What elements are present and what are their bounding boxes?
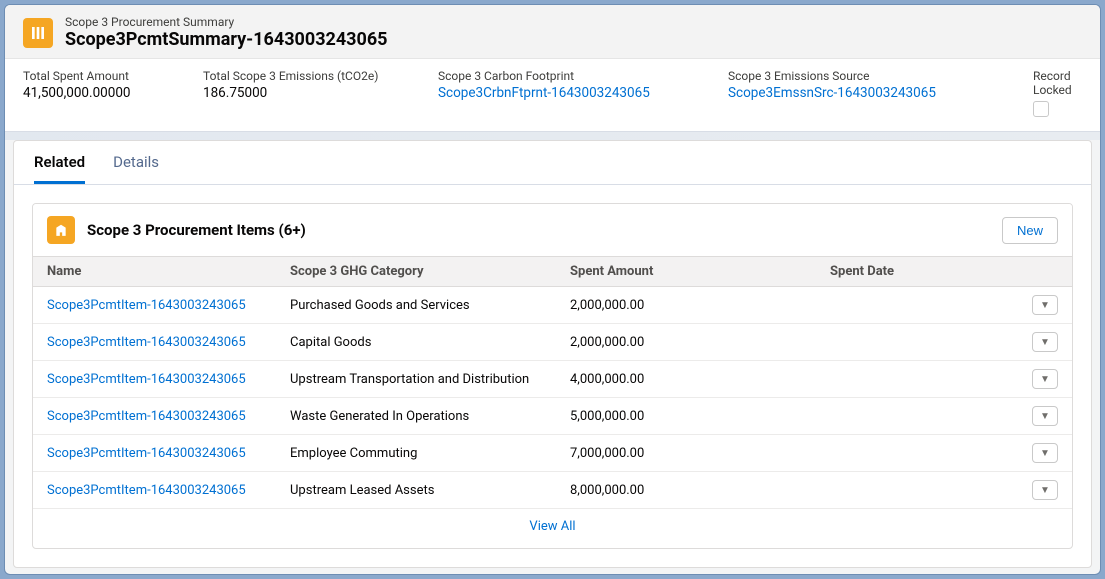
col-header-name[interactable]: Name: [33, 257, 276, 287]
record-type-icon: [23, 18, 53, 48]
row-action-menu[interactable]: ▼: [1032, 443, 1058, 463]
table-row: Scope3PcmtItem-1643003243065Capital Good…: [33, 324, 1072, 361]
col-header-category[interactable]: Scope 3 GHG Category: [276, 257, 556, 287]
app-container: Scope 3 Procurement Summary Scope3PcmtSu…: [4, 4, 1101, 575]
tab-details[interactable]: Details: [113, 153, 159, 184]
field-label: Record Locked: [1033, 69, 1082, 97]
col-header-amount[interactable]: Spent Amount: [556, 257, 816, 287]
item-date: [816, 361, 1016, 398]
row-action-cell: ▼: [1016, 472, 1072, 509]
chevron-down-icon: ▼: [1040, 411, 1050, 422]
table-row: Scope3PcmtItem-1643003243065Upstream Tra…: [33, 361, 1072, 398]
view-all-link[interactable]: View All: [33, 509, 1072, 548]
record-body-card: Related Details Scope 3 Procurement Item…: [13, 140, 1092, 568]
field-record-locked: Record Locked: [1033, 69, 1082, 117]
procurement-items-table: Name Scope 3 GHG Category Spent Amount S…: [33, 256, 1072, 509]
chevron-down-icon: ▼: [1040, 448, 1050, 459]
field-label: Scope 3 Carbon Footprint: [438, 69, 718, 83]
field-emissions-source: Scope 3 Emissions Source Scope3EmssnSrc-…: [728, 69, 1023, 117]
field-total-spent: Total Spent Amount 41,500,000.00000: [23, 69, 193, 117]
item-amount: 5,000,000.00: [556, 398, 816, 435]
row-action-menu[interactable]: ▼: [1032, 369, 1058, 389]
new-button[interactable]: New: [1002, 217, 1058, 244]
summary-fields: Total Spent Amount 41,500,000.00000 Tota…: [5, 58, 1100, 131]
body-area: Related Details Scope 3 Procurement Item…: [5, 140, 1100, 574]
item-name-link[interactable]: Scope3PcmtItem-1643003243065: [33, 472, 276, 509]
related-list-procurement-items: Scope 3 Procurement Items (6+) New Name …: [32, 203, 1073, 549]
row-action-menu[interactable]: ▼: [1032, 480, 1058, 500]
tab-related[interactable]: Related: [34, 153, 85, 184]
col-header-actions: [1016, 257, 1072, 287]
header-top: Scope 3 Procurement Summary Scope3PcmtSu…: [5, 5, 1100, 58]
chevron-down-icon: ▼: [1040, 374, 1050, 385]
item-amount: 2,000,000.00: [556, 324, 816, 361]
item-amount: 7,000,000.00: [556, 435, 816, 472]
table-row: Scope3PcmtItem-1643003243065Employee Com…: [33, 435, 1072, 472]
row-action-cell: ▼: [1016, 324, 1072, 361]
record-locked-checkbox[interactable]: [1033, 101, 1049, 117]
chevron-down-icon: ▼: [1040, 337, 1050, 348]
carbon-footprint-link[interactable]: Scope3CrbnFtprnt-1643003243065: [438, 85, 718, 101]
tabs-bar: Related Details: [14, 141, 1091, 185]
field-value: 186.75000: [203, 85, 428, 101]
emissions-source-link[interactable]: Scope3EmssnSrc-1643003243065: [728, 85, 1023, 101]
field-label: Total Spent Amount: [23, 69, 193, 83]
field-label: Total Scope 3 Emissions (tCO2e): [203, 69, 428, 83]
field-value: 41,500,000.00000: [23, 85, 193, 101]
col-header-date[interactable]: Spent Date: [816, 257, 1016, 287]
record-name: Scope3PcmtSummary-1643003243065: [65, 29, 387, 50]
item-category: Purchased Goods and Services: [276, 287, 556, 324]
row-action-menu[interactable]: ▼: [1032, 332, 1058, 352]
item-name-link[interactable]: Scope3PcmtItem-1643003243065: [33, 398, 276, 435]
item-category: Employee Commuting: [276, 435, 556, 472]
item-amount: 4,000,000.00: [556, 361, 816, 398]
item-name-link[interactable]: Scope3PcmtItem-1643003243065: [33, 324, 276, 361]
field-label: Scope 3 Emissions Source: [728, 69, 1023, 83]
item-name-link[interactable]: Scope3PcmtItem-1643003243065: [33, 435, 276, 472]
item-name-link[interactable]: Scope3PcmtItem-1643003243065: [33, 361, 276, 398]
item-date: [816, 472, 1016, 509]
building-icon: [47, 216, 75, 244]
object-type-label: Scope 3 Procurement Summary: [65, 15, 387, 29]
item-date: [816, 398, 1016, 435]
item-date: [816, 435, 1016, 472]
row-action-cell: ▼: [1016, 435, 1072, 472]
table-row: Scope3PcmtItem-1643003243065Purchased Go…: [33, 287, 1072, 324]
item-name-link[interactable]: Scope3PcmtItem-1643003243065: [33, 287, 276, 324]
item-category: Capital Goods: [276, 324, 556, 361]
item-category: Waste Generated In Operations: [276, 398, 556, 435]
field-total-emissions: Total Scope 3 Emissions (tCO2e) 186.7500…: [203, 69, 428, 117]
item-category: Upstream Transportation and Distribution: [276, 361, 556, 398]
header-title-group: Scope 3 Procurement Summary Scope3PcmtSu…: [65, 15, 387, 50]
chevron-down-icon: ▼: [1040, 485, 1050, 496]
chevron-down-icon: ▼: [1040, 300, 1050, 311]
item-date: [816, 287, 1016, 324]
row-action-menu[interactable]: ▼: [1032, 295, 1058, 315]
table-row: Scope3PcmtItem-1643003243065Waste Genera…: [33, 398, 1072, 435]
row-action-cell: ▼: [1016, 398, 1072, 435]
row-action-cell: ▼: [1016, 287, 1072, 324]
item-amount: 2,000,000.00: [556, 287, 816, 324]
related-list-header: Scope 3 Procurement Items (6+) New: [33, 204, 1072, 256]
related-list-title: Scope 3 Procurement Items (6+): [87, 221, 990, 239]
item-amount: 8,000,000.00: [556, 472, 816, 509]
row-action-menu[interactable]: ▼: [1032, 406, 1058, 426]
item-category: Upstream Leased Assets: [276, 472, 556, 509]
row-action-cell: ▼: [1016, 361, 1072, 398]
field-carbon-footprint: Scope 3 Carbon Footprint Scope3CrbnFtprn…: [438, 69, 718, 117]
record-header: Scope 3 Procurement Summary Scope3PcmtSu…: [5, 5, 1100, 132]
item-date: [816, 324, 1016, 361]
table-row: Scope3PcmtItem-1643003243065Upstream Lea…: [33, 472, 1072, 509]
